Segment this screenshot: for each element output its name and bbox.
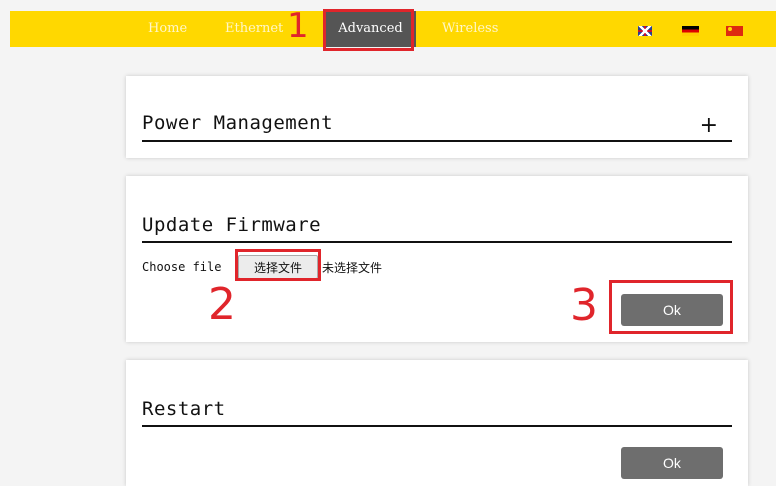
update-firmware-title: Update Firmware [142,214,322,236]
annotation-number-2: 2 [208,279,236,330]
annotation-number-1: 1 [287,6,309,46]
nav-home[interactable]: Home [148,11,187,47]
germany-flag-icon[interactable] [682,26,699,36]
annotation-highlight-file-button [235,249,321,281]
restart-divider [142,425,732,427]
china-flag-icon[interactable] [726,26,743,36]
update-firmware-divider [142,241,732,243]
choose-file-label: Choose file [142,260,222,274]
restart-panel: Restart Ok [126,360,748,486]
restart-title: Restart [142,398,226,420]
power-management-divider [142,140,732,142]
nav-ethernet[interactable]: Ethernet [225,11,283,47]
annotation-highlight-advanced [323,9,414,51]
power-management-panel: Power Management + [126,76,748,158]
expand-plus-icon[interactable]: + [700,113,718,138]
nav-wireless[interactable]: Wireless [442,11,498,47]
annotation-number-3: 3 [570,280,598,331]
restart-ok-button[interactable]: Ok [621,447,723,479]
annotation-highlight-ok-button [609,280,733,334]
file-status-text: 未选择文件 [322,261,383,275]
uk-flag-icon[interactable] [638,26,652,36]
power-management-title: Power Management [142,112,334,134]
